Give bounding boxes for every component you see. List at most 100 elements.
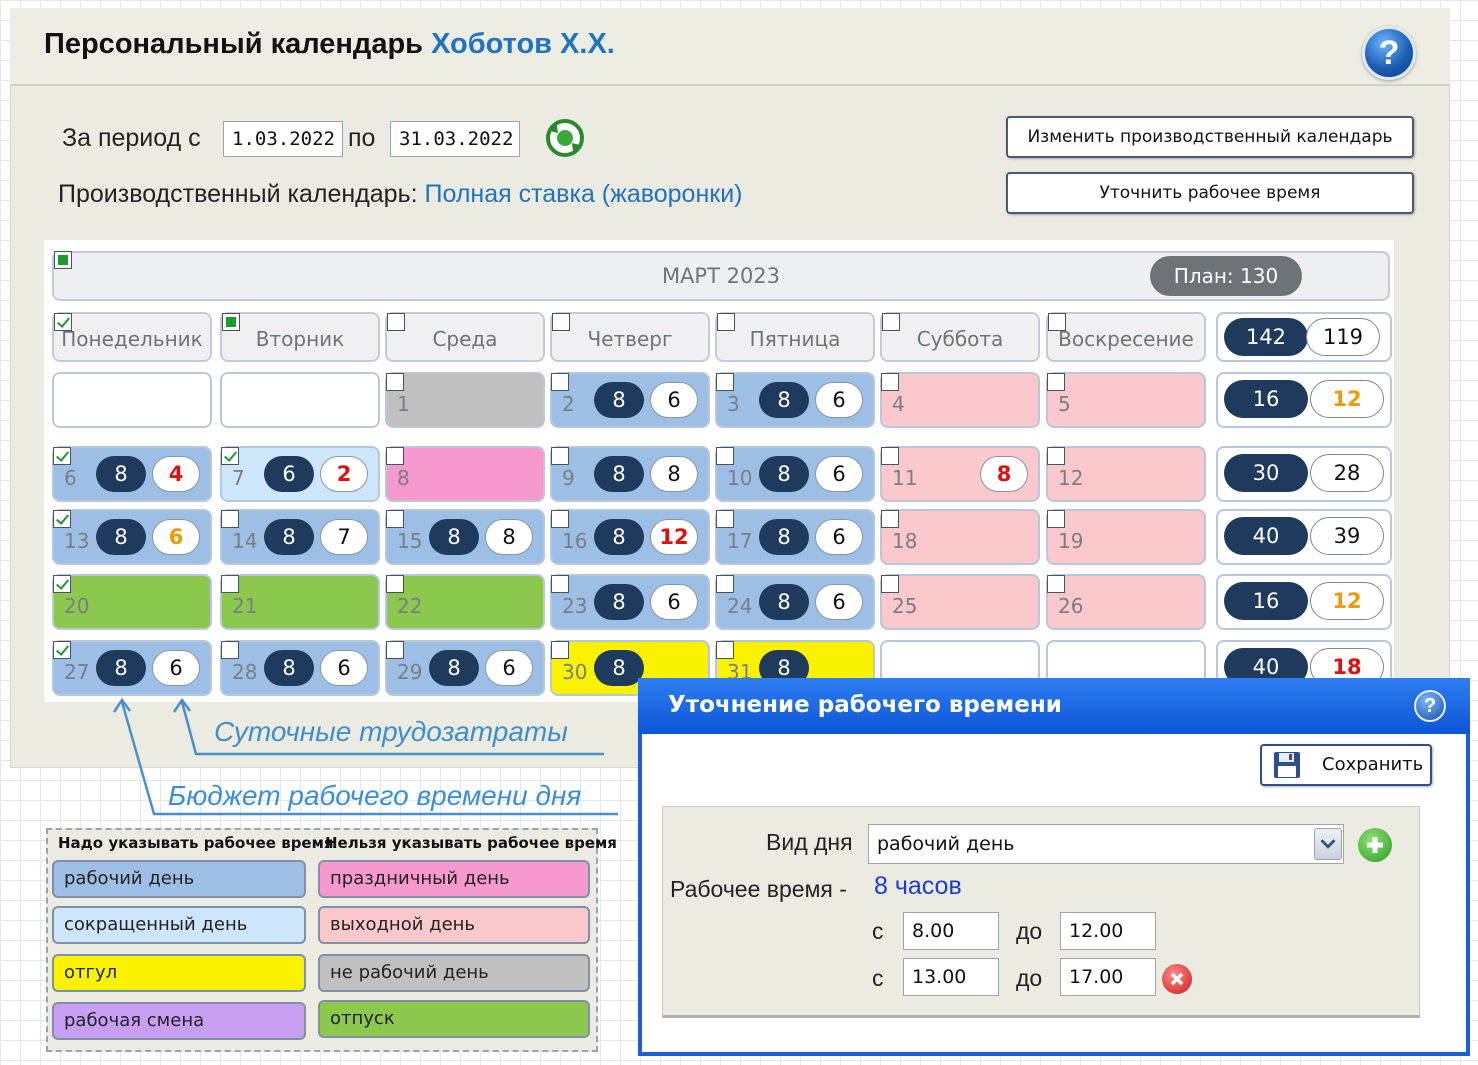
interval2-from-input[interactable]: 13.00	[903, 958, 999, 996]
day-actual-badge: 6	[815, 519, 863, 555]
interval1-to-input[interactable]: 12.00	[1060, 912, 1156, 950]
weekday-checkbox[interactable]	[54, 313, 72, 331]
date-from-input[interactable]: 1.03.2022	[223, 121, 343, 157]
day-checkbox[interactable]	[53, 575, 71, 593]
week-budget-badge: 40	[1224, 517, 1308, 555]
weekday-checkbox[interactable]	[552, 313, 570, 331]
change-calendar-button[interactable]: Изменить производственный календарь	[1006, 116, 1414, 158]
day-checkbox[interactable]	[386, 447, 404, 465]
interval1-from-input[interactable]: 8.00	[903, 912, 999, 950]
day-checkbox[interactable]	[551, 575, 569, 593]
week-budget-badge: 30	[1224, 454, 1308, 492]
refresh-icon[interactable]	[544, 117, 586, 159]
day-checkbox[interactable]	[221, 641, 239, 659]
week-actual-badge: 39	[1310, 517, 1384, 555]
week-actual-badge: 12	[1310, 380, 1384, 418]
production-calendar-label: Производственный календарь: Полная ставк…	[58, 180, 743, 209]
day-number: 30	[562, 660, 588, 684]
day-checkbox[interactable]	[881, 575, 899, 593]
interval1-to-label: до	[1016, 918, 1043, 944]
day-checkbox[interactable]	[221, 510, 239, 528]
legend-work-day: рабочий день	[52, 860, 306, 898]
legend-weekend: выходной день	[318, 906, 590, 944]
day-budget-badge: 8	[594, 584, 644, 620]
day-checkbox[interactable]	[551, 641, 569, 659]
day-budget-badge: 8	[759, 382, 809, 418]
day-checkbox[interactable]	[551, 373, 569, 391]
day-number: 20	[64, 594, 90, 618]
day-actual-badge: 6	[815, 584, 863, 620]
interval1-from-label: с	[872, 918, 884, 944]
select-arrow[interactable]	[1314, 828, 1342, 860]
legend-vacation: отпуск	[318, 1000, 590, 1038]
day-checkbox[interactable]	[716, 447, 734, 465]
day-number: 19	[1058, 529, 1084, 553]
close-icon	[1170, 972, 1184, 986]
day-actual-badge: 4	[152, 456, 200, 492]
weekday-header: Воскресение	[1046, 312, 1206, 362]
day-budget-badge: 8	[594, 650, 644, 686]
legend-mustnot-header: Нельзя указывать рабочее время	[325, 834, 617, 852]
day-checkbox[interactable]	[881, 510, 899, 528]
day-checkbox[interactable]	[221, 447, 239, 465]
weekday-checkbox[interactable]	[222, 313, 240, 331]
day-checkbox[interactable]	[716, 575, 734, 593]
day-actual-badge: 6	[650, 382, 698, 418]
day-checkbox[interactable]	[716, 373, 734, 391]
day-budget-badge: 8	[594, 382, 644, 418]
day-checkbox[interactable]	[53, 641, 71, 659]
period-to-label: по	[348, 124, 376, 152]
date-to-input[interactable]: 31.03.2022	[390, 121, 520, 157]
day-checkbox[interactable]	[386, 373, 404, 391]
day-checkbox[interactable]	[551, 447, 569, 465]
interval2-to-label: до	[1016, 965, 1043, 991]
weekday-checkbox[interactable]	[1048, 313, 1066, 331]
chevron-down-icon	[1320, 839, 1336, 849]
help-icon[interactable]: ?	[1362, 26, 1416, 80]
dialog-help-icon[interactable]: ?	[1414, 690, 1446, 722]
day-checkbox[interactable]	[1047, 510, 1065, 528]
day-cell[interactable]	[52, 372, 212, 428]
production-calendar-link[interactable]: Полная ставка (жаворонки)	[425, 180, 743, 208]
day-checkbox[interactable]	[551, 510, 569, 528]
day-checkbox[interactable]	[1047, 373, 1065, 391]
legend-short-day: сокращенный день	[52, 906, 306, 944]
total-actual-badge: 119	[1306, 318, 1380, 356]
day-number: 6	[64, 466, 77, 490]
day-budget-badge: 8	[429, 650, 479, 686]
day-checkbox[interactable]	[386, 510, 404, 528]
day-checkbox[interactable]	[221, 575, 239, 593]
day-checkbox[interactable]	[386, 641, 404, 659]
day-checkbox[interactable]	[53, 447, 71, 465]
day-checkbox[interactable]	[716, 510, 734, 528]
day-number: 21	[232, 594, 258, 618]
day-checkbox[interactable]	[881, 373, 899, 391]
weekday-header: Среда	[385, 312, 545, 362]
weekday-checkbox[interactable]	[387, 313, 405, 331]
day-checkbox[interactable]	[881, 447, 899, 465]
refine-time-button[interactable]: Уточнить рабочее время	[1006, 172, 1414, 214]
weekday-header: Суббота	[880, 312, 1040, 362]
weekday-checkbox[interactable]	[882, 313, 900, 331]
day-type-select[interactable]: рабочий день	[868, 824, 1344, 864]
day-number: 5	[1058, 392, 1071, 416]
day-checkbox[interactable]	[1047, 447, 1065, 465]
day-budget-badge: 6	[264, 456, 314, 492]
daily-effort-annotation: Суточные трудозатраты	[214, 716, 568, 747]
work-time-label: Рабочее время -	[670, 876, 847, 902]
interval2-to-input[interactable]: 17.00	[1060, 958, 1156, 996]
day-number: 8	[397, 466, 410, 490]
day-number: 2	[562, 392, 575, 416]
day-cell[interactable]	[220, 372, 380, 428]
day-budget-badge: 8	[96, 519, 146, 555]
add-interval-icon[interactable]	[1358, 828, 1392, 862]
remove-interval-icon[interactable]	[1162, 964, 1192, 994]
day-budget-badge: 8	[594, 456, 644, 492]
day-checkbox[interactable]	[386, 575, 404, 593]
day-checkbox[interactable]	[716, 641, 734, 659]
day-number: 29	[397, 660, 423, 684]
day-budget-badge: 8	[264, 650, 314, 686]
day-checkbox[interactable]	[1047, 575, 1065, 593]
weekday-checkbox[interactable]	[717, 313, 735, 331]
day-checkbox[interactable]	[53, 510, 71, 528]
